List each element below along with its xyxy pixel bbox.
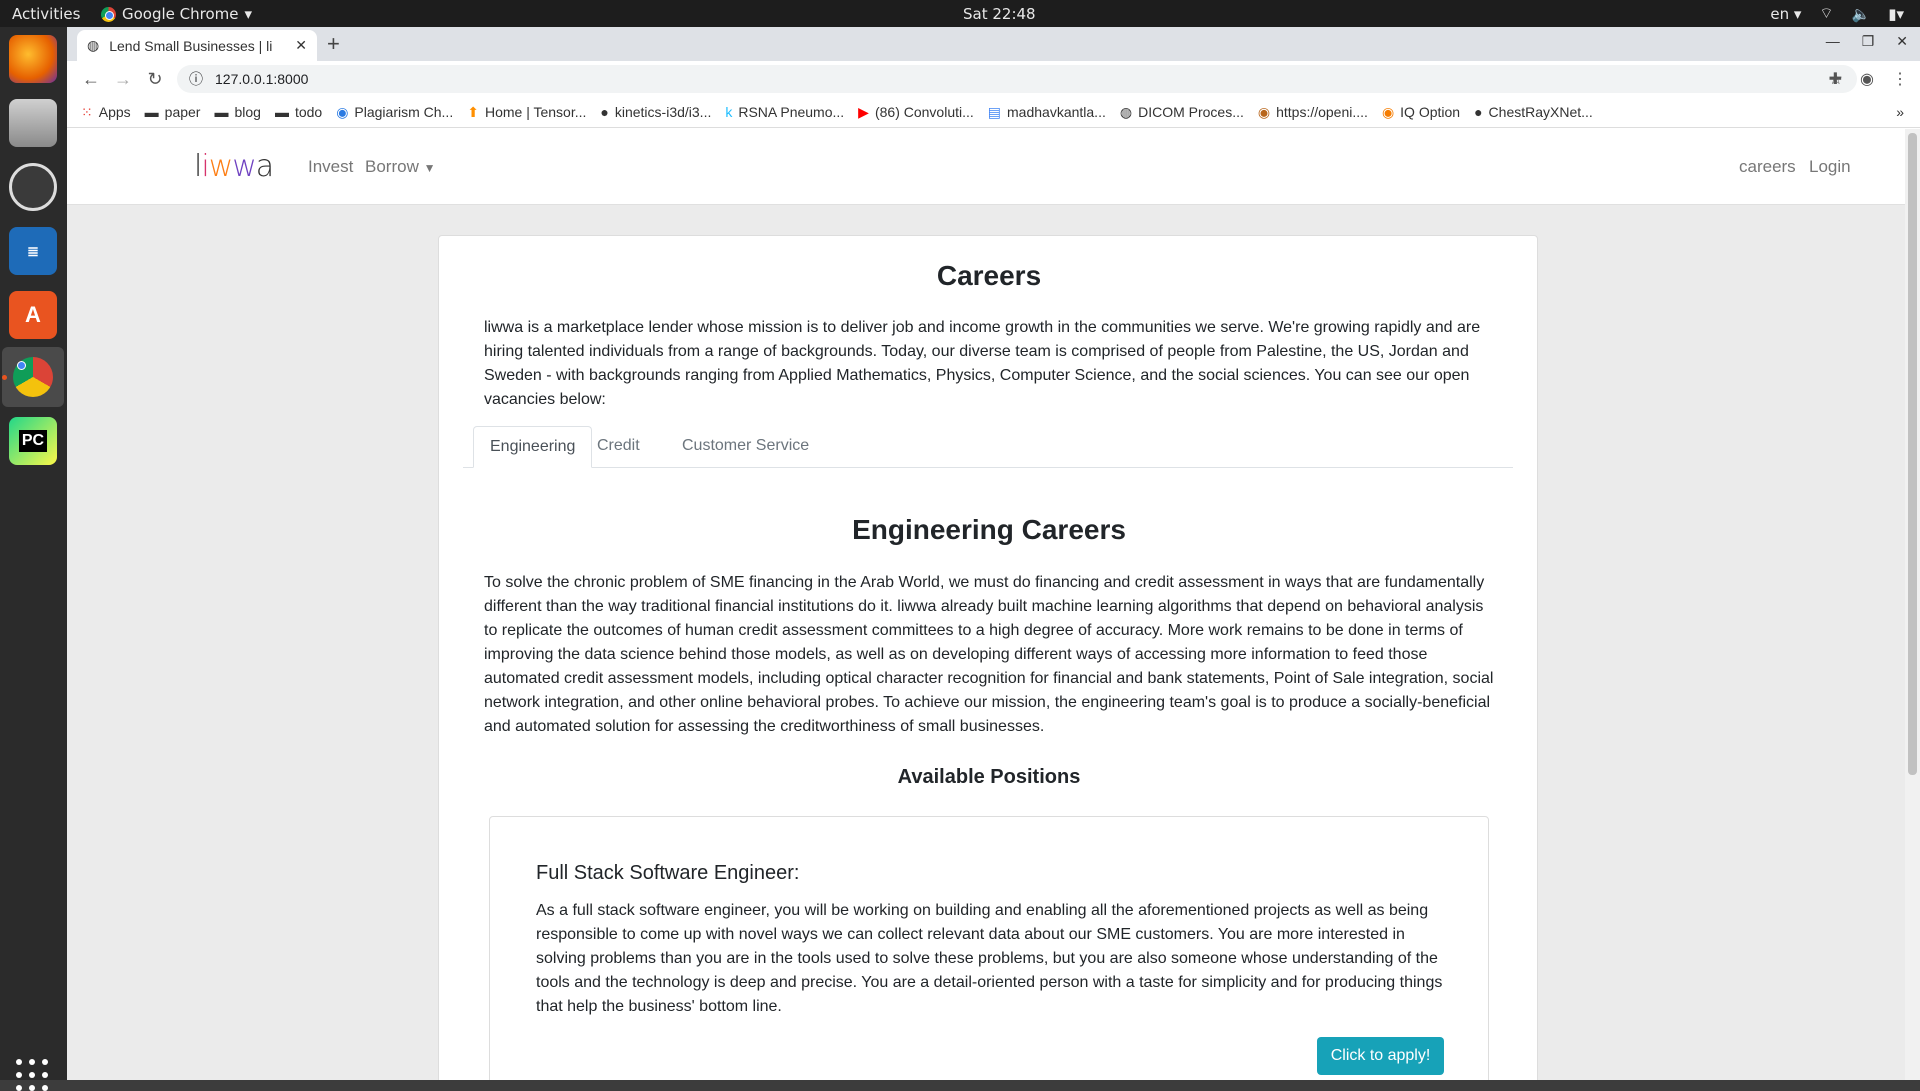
- tab-customer-service[interactable]: Customer Service: [666, 426, 825, 468]
- folder-icon: ▬: [214, 104, 229, 120]
- section-body: To solve the chronic problem of SME fina…: [484, 574, 1494, 735]
- show-applications-icon[interactable]: [16, 1059, 48, 1091]
- apps-grid-icon: ⁙: [81, 103, 93, 120]
- careers-tabs: Engineering Credit Customer Service: [463, 426, 1513, 468]
- back-icon[interactable]: ←: [75, 69, 107, 90]
- bookmark-youtube[interactable]: ▶ (86) Convoluti...: [858, 104, 974, 121]
- activities-button[interactable]: Activities: [12, 5, 80, 23]
- positions-heading: Available Positions: [897, 766, 1081, 788]
- toolbar-right: ✚ ◉ ⋮: [1829, 69, 1908, 89]
- page-title: Careers: [936, 260, 1042, 291]
- system-top-bar: Activities Google Chrome ▾ Sat 22:48 en ▾…: [0, 0, 1920, 27]
- close-window-icon[interactable]: ✕: [1896, 33, 1908, 50]
- bookmark-plagiarism[interactable]: ◉ Plagiarism Ch...: [336, 104, 453, 121]
- chrome-dock-icon[interactable]: [9, 353, 57, 401]
- site-favicon-icon: ◉: [336, 103, 349, 120]
- bookmark-iq-option[interactable]: ◉ IQ Option: [1382, 104, 1460, 121]
- reload-icon[interactable]: ↻: [139, 69, 171, 90]
- bookmark-openi[interactable]: ◉ https://openi....: [1258, 104, 1368, 121]
- careers-intro: liwwa is a marketplace lender whose miss…: [484, 319, 1481, 408]
- browser-tab[interactable]: ◍ Lend Small Businesses | li ✕: [77, 30, 317, 61]
- liwwa-logo[interactable]: liwwa liwwa: [194, 149, 274, 184]
- iq-option-icon: ◉: [1381, 103, 1395, 120]
- browser-toolbar: ← → ↻ ⓘ 127.0.0.1:8000 ☆ ✚ ◉ ⋮: [67, 61, 1920, 97]
- bookmark-dicom[interactable]: ◍ DICOM Proces...: [1120, 104, 1244, 121]
- bookmark-rsna[interactable]: k RSNA Pneumo...: [725, 104, 844, 120]
- extensions-icon[interactable]: ✚: [1829, 69, 1842, 89]
- section-title: Engineering Careers: [852, 514, 1126, 545]
- address-bar[interactable]: ⓘ 127.0.0.1:8000 ☆: [177, 65, 1857, 93]
- bookmark-todo[interactable]: ▬ todo: [275, 104, 322, 120]
- clock[interactable]: Sat 22:48: [963, 5, 1036, 23]
- menu-kebab-icon[interactable]: ⋮: [1892, 69, 1908, 89]
- tab-engineering[interactable]: Engineering: [473, 426, 593, 468]
- bookmark-tensorflow[interactable]: ⬆ Home | Tensor...: [467, 104, 586, 121]
- dock: ≣ A PC: [0, 27, 67, 1091]
- position-description: As a full stack software engineer, you w…: [536, 902, 1443, 1015]
- url-text: 127.0.0.1:8000: [215, 71, 309, 87]
- bookmark-madhav[interactable]: ▤ madhavkantla...: [988, 104, 1106, 121]
- network-icon: ⌔: [1819, 4, 1834, 22]
- pycharm-icon[interactable]: PC: [9, 417, 57, 465]
- position-title: Full Stack Software Engineer:: [536, 862, 800, 884]
- bookmark-blog[interactable]: ▬ blog: [214, 104, 260, 120]
- chrome-icon: [101, 6, 116, 22]
- github-icon: ●: [1474, 104, 1483, 120]
- tensorflow-icon: ⬆: [467, 103, 479, 120]
- page-viewport: liwwa liwwa Invest Borrow ▼ careers Logi…: [67, 129, 1920, 1080]
- tab-title: Lend Small Businesses | li: [109, 37, 273, 54]
- careers-card: Careers liwwa is a marketplace lender wh…: [438, 235, 1538, 1080]
- maximize-icon[interactable]: ❐: [1862, 33, 1875, 50]
- firefox-icon[interactable]: [9, 35, 57, 83]
- writer-icon[interactable]: ≣: [9, 227, 57, 275]
- info-icon[interactable]: ⓘ: [189, 69, 203, 89]
- chevron-down-icon: ▾: [244, 5, 253, 23]
- position-card: Full Stack Software Engineer: As a full …: [489, 816, 1489, 1080]
- site-favicon-icon: ◉: [1257, 103, 1271, 120]
- bookmark-kinetics[interactable]: ● kinetics-i3d/i3...: [600, 104, 711, 120]
- nav-login[interactable]: Login: [1809, 157, 1851, 177]
- site-navbar: liwwa liwwa Invest Borrow ▼ careers Logi…: [67, 129, 1905, 205]
- rhythmbox-icon[interactable]: [9, 163, 57, 211]
- window-controls: — ❐ ✕: [1826, 33, 1908, 50]
- nav-borrow-dropdown[interactable]: Borrow ▼: [365, 157, 435, 177]
- minimize-icon[interactable]: —: [1826, 33, 1840, 50]
- logo-text: liwwa: [194, 149, 274, 184]
- browser-window: ◍ Lend Small Businesses | li ✕ + — ❐ ✕ ←…: [67, 27, 1920, 1080]
- caret-down-icon: ▼: [423, 161, 436, 175]
- files-icon[interactable]: [9, 99, 57, 147]
- running-indicator: [2, 375, 7, 380]
- nav-invest[interactable]: Invest: [308, 157, 353, 177]
- close-tab-icon[interactable]: ✕: [295, 37, 307, 54]
- bookmark-apps[interactable]: ⁙ Apps: [81, 104, 131, 121]
- language-indicator[interactable]: en ▾: [1770, 5, 1801, 23]
- more-bookmarks-icon[interactable]: »: [1896, 104, 1904, 120]
- software-center-icon[interactable]: A: [9, 291, 57, 339]
- folder-icon: ▬: [144, 104, 159, 120]
- tab-credit[interactable]: Credit: [581, 426, 656, 468]
- globe-icon: ◍: [1119, 103, 1133, 120]
- app-name: Google Chrome: [122, 5, 239, 23]
- bookmark-paper[interactable]: ▬ paper: [145, 104, 201, 120]
- profile-avatar[interactable]: ◉: [1860, 69, 1874, 89]
- battery-icon: ▮▾: [1888, 4, 1904, 23]
- bookmark-chestrayxnet[interactable]: ● ChestRayXNet...: [1474, 104, 1593, 120]
- bookmarks-bar: ⁙ Apps ▬ paper ▬ blog ▬ todo ◉ Plagiarism Ch.…: [67, 97, 1920, 128]
- nav-careers[interactable]: careers: [1739, 157, 1796, 177]
- scrollbar-thumb[interactable]: [1908, 133, 1917, 775]
- youtube-icon: ▶: [858, 103, 869, 120]
- forward-icon[interactable]: →: [107, 69, 139, 90]
- kaggle-icon: k: [725, 104, 733, 120]
- scrollbar[interactable]: [1905, 129, 1920, 1080]
- github-icon: ●: [600, 104, 609, 120]
- volume-icon: 🔈: [1851, 4, 1871, 23]
- folder-icon: ▬: [274, 104, 289, 120]
- document-icon: ▤: [987, 103, 1002, 120]
- new-tab-button[interactable]: +: [327, 31, 340, 57]
- tab-strip: ◍ Lend Small Businesses | li ✕ + — ❐ ✕: [67, 27, 1920, 61]
- apply-button[interactable]: Click to apply!: [1317, 1037, 1444, 1075]
- system-tray[interactable]: en ▾ ⌔ 🔈 ▮▾: [1770, 4, 1904, 23]
- app-menu[interactable]: Google Chrome ▾: [101, 5, 252, 23]
- globe-icon: ◍: [87, 37, 100, 53]
